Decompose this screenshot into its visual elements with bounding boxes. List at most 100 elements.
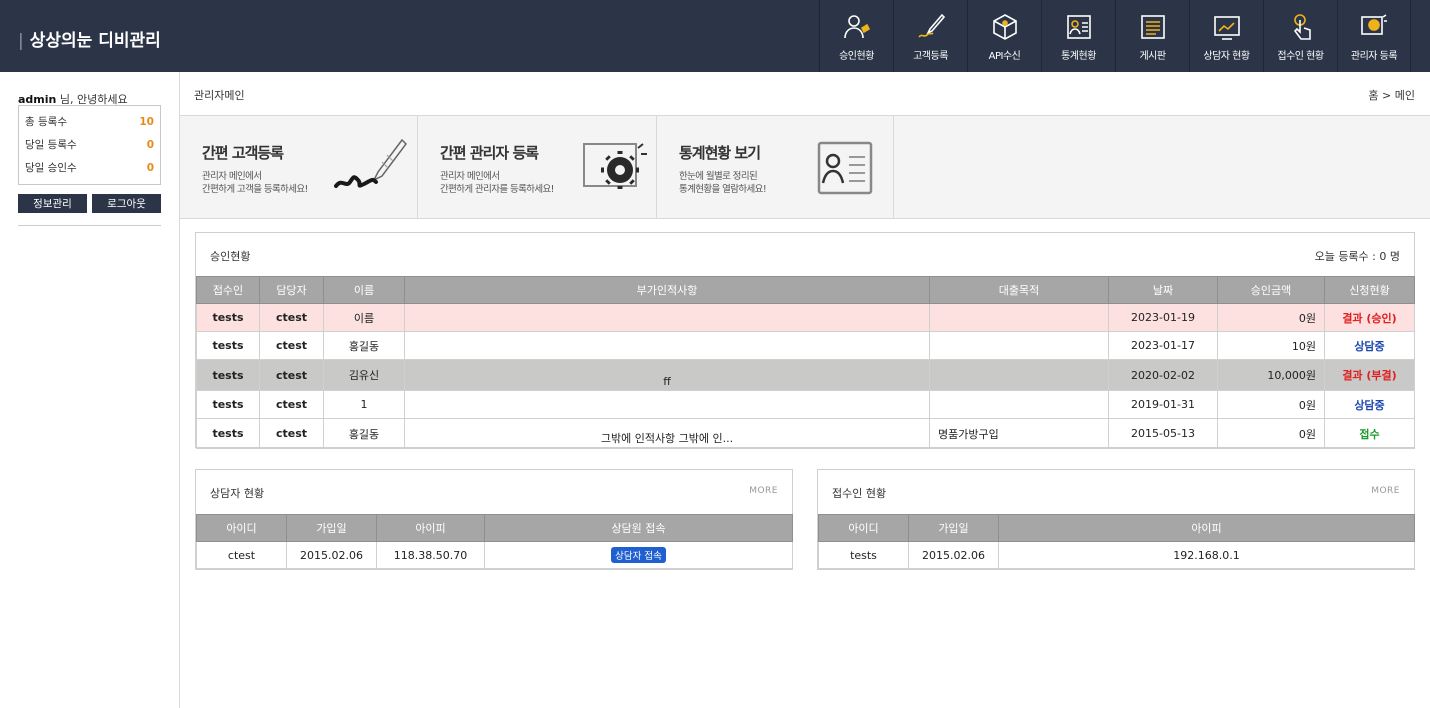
quick-statistics[interactable]: 통계현황 보기 한눈에 월별로 정리된 통계현황을 열람하세요! <box>657 116 894 218</box>
nav-admin-register[interactable]: 관리자 등록 <box>1337 0 1411 72</box>
sidebar-divider <box>18 225 161 226</box>
cell-date: 2015-05-13 <box>1108 418 1218 449</box>
counselor-connect-button[interactable]: 상담자 접속 <box>611 547 666 563</box>
column-header: 아이피 <box>998 514 1415 542</box>
nav-receivers[interactable]: 접수인 현황 <box>1263 0 1337 72</box>
cell-extra <box>404 303 930 332</box>
cell-purpose: 명품가방구입 <box>929 418 1109 449</box>
column-header: 가입일 <box>286 514 377 542</box>
cell-status: 접수 <box>1324 418 1415 449</box>
cell-status: 결과 (승인) <box>1324 303 1415 332</box>
touch-hand-icon <box>1293 14 1311 40</box>
cell-extra: ff <box>404 359 930 391</box>
receivers-panel: 접수인 현황 MORE 아이디 가입일 아이피 tests 2015.02.06… <box>817 469 1415 570</box>
cell-receiver: tests <box>196 359 260 391</box>
column-header: 이름 <box>323 276 405 304</box>
panel-title: 접수인 현황 <box>832 487 887 500</box>
nav-api[interactable]: API수신 <box>967 0 1041 72</box>
quick-desc: 한눈에 월별로 정리된 통계현황을 열람하세요! <box>679 170 767 196</box>
nav-board[interactable]: 게시판 <box>1115 0 1189 72</box>
cell-manager: ctest <box>259 359 324 391</box>
cell-receiver: tests <box>196 390 260 419</box>
counselors-panel: 상담자 현황 MORE 아이디 가입일 아이피 상담원 접속 ctest 201… <box>195 469 793 570</box>
pen-brush-icon <box>917 13 945 38</box>
cell-manager: ctest <box>259 303 324 332</box>
cell-purpose <box>929 331 1109 360</box>
quick-desc-line: 관리자 메인에서 <box>440 171 500 182</box>
cell-purpose <box>929 303 1109 332</box>
pen-signature-icon <box>334 138 407 188</box>
table-row[interactable]: tests ctest 홍길동 그밖에 인적사항 그밖에 인... 명품가방구입… <box>196 418 1415 449</box>
stat-value: 0 <box>146 161 154 174</box>
cell-manager: ctest <box>259 331 324 360</box>
main-nav: 승인현황 고객등록 API수신 통계현황 게시판 상담자 현황 접수인 현황 관… <box>819 0 1411 72</box>
cell-ip: 192.168.0.1 <box>998 541 1415 569</box>
table-header: 아이디 가입일 아이피 <box>818 514 1415 542</box>
nav-counselors[interactable]: 상담자 현황 <box>1189 0 1263 72</box>
nav-label: API수신 <box>988 51 1021 62</box>
table-row[interactable]: tests ctest 1 2019-01-31 0원 상담중 <box>196 390 1415 419</box>
quick-title: 간편 관리자 등록 <box>440 144 539 162</box>
column-header: 승인금액 <box>1217 276 1325 304</box>
brand-divider: | <box>18 31 24 51</box>
stat-label: 당일 승인수 <box>25 162 77 174</box>
nav-statistics[interactable]: 통계현황 <box>1041 0 1115 72</box>
quick-links: 간편 고객등록 관리자 메인에서 간편하게 고객을 등록하세요! 간편 관리자 등… <box>180 115 1430 219</box>
table-row: ctest 2015.02.06 118.38.50.70 상담자 접속 <box>196 541 793 569</box>
cell-date: 2019-01-31 <box>1108 390 1218 419</box>
nav-label: 통계현황 <box>1061 51 1096 62</box>
breadcrumb: 홈 > 메인 <box>1368 89 1415 102</box>
nav-label: 게시판 <box>1139 51 1166 62</box>
column-header: 접수인 <box>196 276 260 304</box>
brand-title[interactable]: | 상상의눈 디비관리 <box>18 26 161 51</box>
table-row[interactable]: tests ctest 홍길동 2023-01-17 10원 상담중 <box>196 331 1415 360</box>
user-approval-icon <box>843 15 870 39</box>
cell-receiver: tests <box>196 331 260 360</box>
chart-screen-icon <box>1213 16 1240 40</box>
quick-admin-register[interactable]: 간편 관리자 등록 관리자 메인에서 간편하게 관리자를 등록하세요! <box>418 116 657 218</box>
cell-action: 상담자 접속 <box>484 541 793 569</box>
cell-name: 1 <box>323 390 405 419</box>
brand-text: 상상의눈 디비관리 <box>29 31 161 51</box>
cell-extra: 그밖에 인적사항 그밖에 인... <box>404 418 930 449</box>
quick-customer-register[interactable]: 간편 고객등록 관리자 메인에서 간편하게 고객을 등록하세요! <box>180 116 418 218</box>
approval-table: 접수인 담당자 이름 부가인적사항 대출목적 날짜 승인금액 신청현황 test… <box>196 276 1415 449</box>
more-link[interactable]: MORE <box>1371 486 1400 496</box>
column-header: 아이피 <box>376 514 485 542</box>
info-manage-button[interactable]: 정보관리 <box>18 194 87 213</box>
cell-amount: 10,000원 <box>1217 359 1325 391</box>
cell-name: 김유신 <box>323 359 405 391</box>
sidebar: admin 님, 안녕하세요 총 등록수 10 당일 등록수 0 당일 승인수 … <box>0 72 180 708</box>
today-count: 오늘 등록수 : 0 명 <box>1314 250 1400 263</box>
quick-title: 통계현황 보기 <box>679 144 761 162</box>
table-row[interactable]: tests ctest 김유신 ff 2020-02-02 10,000원 결과… <box>196 359 1415 391</box>
cell-date: 2023-01-19 <box>1108 303 1218 332</box>
cell-date: 2023-01-17 <box>1108 331 1218 360</box>
nav-label: 승인현황 <box>839 51 874 62</box>
cell-id: ctest <box>196 541 287 569</box>
cell-status: 결과 (부결) <box>1324 359 1415 391</box>
table-header: 접수인 담당자 이름 부가인적사항 대출목적 날짜 승인금액 신청현황 <box>196 276 1415 304</box>
nav-label: 고객등록 <box>913 51 948 62</box>
nav-label: 상담자 현황 <box>1203 51 1250 62</box>
panel-title: 상담자 현황 <box>210 487 265 500</box>
nav-approval[interactable]: 승인현황 <box>819 0 893 72</box>
column-header: 아이디 <box>818 514 909 542</box>
approval-panel: 승인현황 오늘 등록수 : 0 명 접수인 담당자 이름 부가인적사항 대출목적… <box>195 232 1415 449</box>
stat-total: 총 등록수 10 <box>25 110 154 133</box>
stats-box: 총 등록수 10 당일 등록수 0 당일 승인수 0 <box>18 105 161 185</box>
table-row[interactable]: tests ctest 이름 2023-01-19 0원 결과 (승인) <box>196 303 1415 332</box>
cell-status: 상담중 <box>1324 331 1415 360</box>
board-list-icon <box>1140 15 1165 39</box>
cell-amount: 10원 <box>1217 331 1325 360</box>
nav-customer-register[interactable]: 고객등록 <box>893 0 967 72</box>
cell-name: 홍길동 <box>323 418 405 449</box>
gear-screen-icon <box>1361 14 1387 35</box>
more-link[interactable]: MORE <box>749 486 778 496</box>
cell-amount: 0원 <box>1217 418 1325 449</box>
nav-label: 관리자 등록 <box>1350 51 1398 62</box>
table-row: tests 2015.02.06 192.168.0.1 <box>818 541 1415 569</box>
logout-button[interactable]: 로그아웃 <box>92 194 161 213</box>
cell-purpose <box>929 390 1109 419</box>
stat-label: 총 등록수 <box>25 116 67 128</box>
